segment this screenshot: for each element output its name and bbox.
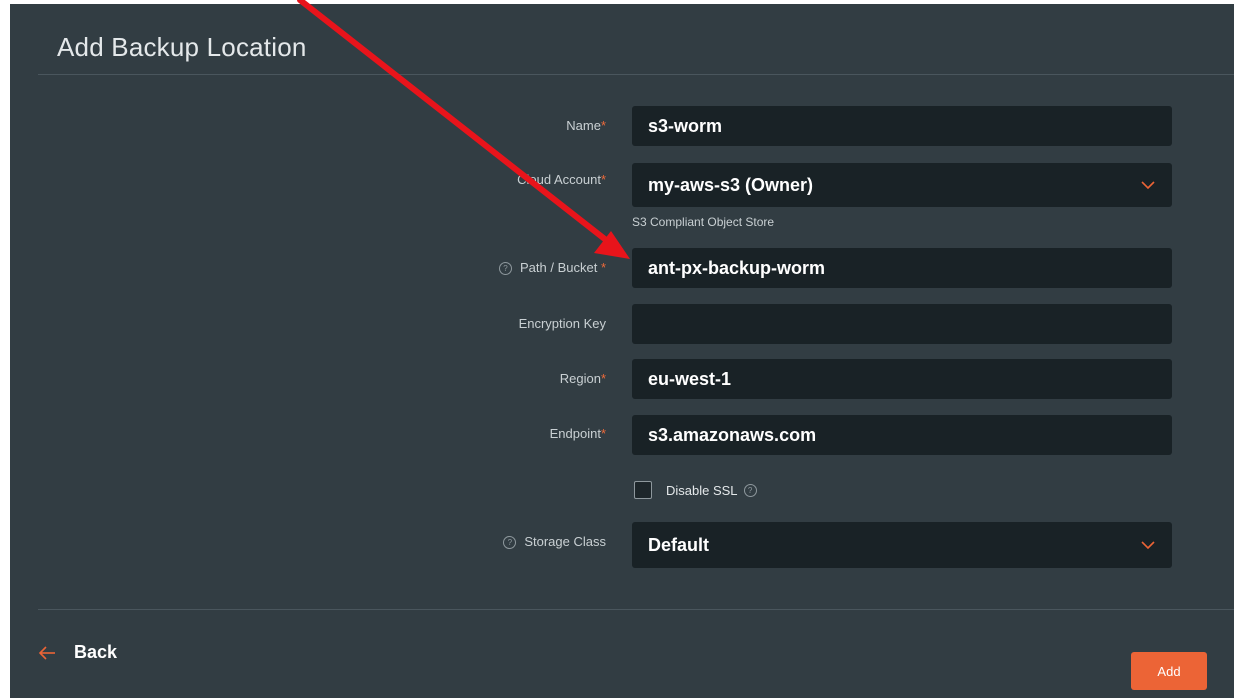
add-button[interactable]: Add: [1131, 652, 1207, 690]
storage-class-label: ? Storage Class: [306, 534, 606, 550]
help-circle-icon[interactable]: ?: [499, 262, 512, 275]
region-label: Region*: [559, 371, 606, 386]
arrow-left-icon: [38, 645, 55, 660]
cloud-account-hint: S3 Compliant Object Store: [632, 215, 775, 229]
cloud-account-select[interactable]: my-aws-s3 (Owner): [632, 163, 1172, 207]
path-bucket-input[interactable]: ant-px-backup-worm: [632, 248, 1172, 288]
chevron-down-icon: [1141, 181, 1155, 190]
disable-ssl-row: Disable SSL ?: [634, 481, 757, 499]
help-circle-icon[interactable]: ?: [503, 536, 517, 549]
header-divider: [38, 74, 1234, 75]
disable-ssl-label: Disable SSL: [666, 482, 738, 498]
name-label: Name*: [566, 118, 606, 133]
encryption-key-label: Encryption Key: [518, 316, 606, 331]
back-button[interactable]: Back: [38, 642, 117, 663]
path-bucket-label: ? Path / Bucket *: [306, 260, 606, 276]
help-circle-icon[interactable]: ?: [743, 483, 757, 497]
chevron-down-icon: [1141, 541, 1155, 550]
name-input[interactable]: s3-worm: [632, 106, 1172, 146]
region-input[interactable]: eu-west-1: [632, 359, 1172, 399]
storage-class-select[interactable]: Default: [632, 522, 1172, 568]
back-label: Back: [74, 642, 118, 662]
disable-ssl-checkbox[interactable]: [634, 481, 652, 499]
dialog-title: Add Backup Location: [57, 32, 307, 62]
endpoint-input[interactable]: s3.amazonaws.com: [632, 415, 1172, 455]
cloud-account-label: Cloud Account*: [517, 172, 606, 187]
encryption-key-input[interactable]: [632, 304, 1172, 344]
footer-divider: [38, 609, 1234, 610]
endpoint-label: Endpoint*: [549, 426, 606, 441]
backup-location-dialog: Add Backup Location Name* s3-worm Cloud …: [10, 4, 1234, 698]
